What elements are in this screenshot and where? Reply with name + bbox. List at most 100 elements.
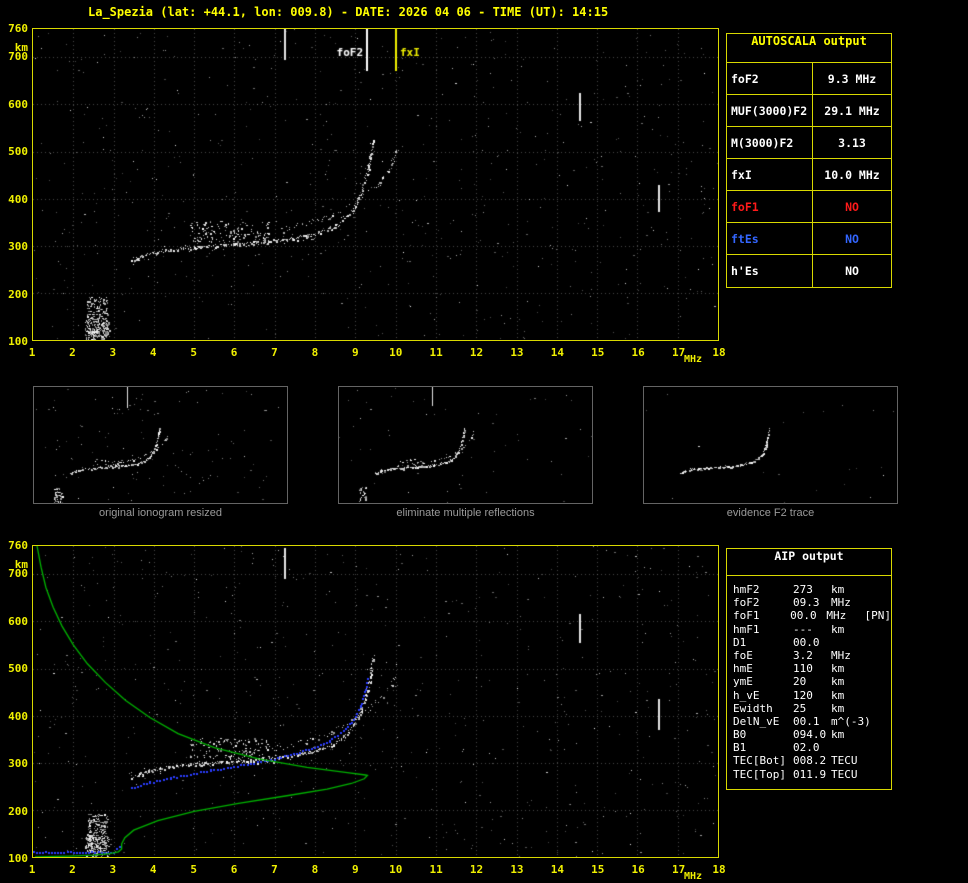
x-tick-label: 9 bbox=[345, 863, 365, 876]
y-axis-unit-label: km bbox=[0, 41, 28, 54]
aip-row-unit: km bbox=[831, 689, 871, 702]
station-title: La_Spezia (lat: +44.1, lon: 009.8) - DAT… bbox=[88, 5, 608, 19]
x-tick-label: 14 bbox=[547, 863, 567, 876]
x-axis-unit-label: MHz bbox=[684, 871, 702, 882]
aip-row-value: 00.0 bbox=[790, 609, 826, 622]
aip-row-value: 008.2 bbox=[793, 754, 831, 767]
autoscala-row-value: 29.1 MHz bbox=[813, 95, 891, 126]
aip-row-value: 25 bbox=[793, 702, 831, 715]
aip-row: foF100.0MHz[PN] bbox=[727, 609, 891, 622]
autoscala-row: foF1NO bbox=[727, 191, 891, 223]
autoscala-row-label: foF1 bbox=[727, 191, 813, 222]
aip-row-unit: TECU bbox=[831, 768, 871, 781]
x-tick-label: 11 bbox=[426, 863, 446, 876]
thumbnail-canvas-2 bbox=[339, 387, 592, 503]
autoscala-row: ftEsNO bbox=[727, 223, 891, 255]
aip-row-value: --- bbox=[793, 623, 831, 636]
profile-ionogram-canvas bbox=[33, 546, 718, 857]
aip-row-note bbox=[871, 583, 891, 596]
x-tick-label: 3 bbox=[103, 346, 123, 359]
autoscala-row-label: ftEs bbox=[727, 223, 813, 254]
x-tick-label: 5 bbox=[184, 863, 204, 876]
main-ionogram-canvas bbox=[33, 29, 718, 340]
x-tick-label: 6 bbox=[224, 863, 244, 876]
thumbnail-caption-2: eliminate multiple reflections bbox=[338, 507, 593, 519]
aip-row: hmF1---km bbox=[727, 623, 891, 636]
aip-row: foE3.2MHz bbox=[727, 649, 891, 662]
aip-row-label: foF2 bbox=[733, 596, 793, 609]
y-tick-label: 760 bbox=[0, 539, 28, 552]
autoscala-row-value: 10.0 MHz bbox=[813, 159, 891, 190]
x-tick-label: 12 bbox=[467, 863, 487, 876]
y-tick-label: 200 bbox=[0, 805, 28, 818]
aip-row: D100.0 bbox=[727, 636, 891, 649]
thumbnail-canvas-3 bbox=[644, 387, 897, 503]
x-tick-label: 9 bbox=[345, 346, 365, 359]
aip-row-unit: MHz bbox=[831, 596, 871, 609]
aip-row-note bbox=[871, 636, 891, 649]
autoscala-row: M(3000)F23.13 bbox=[727, 127, 891, 159]
y-tick-label: 600 bbox=[0, 615, 28, 628]
aip-row-label: B1 bbox=[733, 741, 793, 754]
x-tick-label: 3 bbox=[103, 863, 123, 876]
aip-row-label: DelN_vE bbox=[733, 715, 793, 728]
y-tick-label: 100 bbox=[0, 852, 28, 865]
thumbnail-canvas-1 bbox=[34, 387, 287, 503]
aip-row-note bbox=[871, 741, 891, 754]
y-tick-label: 760 bbox=[0, 22, 28, 35]
aip-row-label: TEC[Bot] bbox=[733, 754, 793, 767]
thumbnail-original-ionogram bbox=[33, 386, 288, 504]
autoscala-row-label: M(3000)F2 bbox=[727, 127, 813, 158]
aip-row-unit bbox=[831, 741, 871, 754]
aip-row-note bbox=[871, 715, 891, 728]
aip-row: Ewidth25km bbox=[727, 702, 891, 715]
aip-row-value: 00.0 bbox=[793, 636, 831, 649]
aip-output-panel: AIP output hmF2273kmfoF209.3MHzfoF100.0M… bbox=[726, 548, 892, 790]
y-axis-unit-label: km bbox=[0, 558, 28, 571]
x-tick-label: 15 bbox=[588, 346, 608, 359]
x-tick-label: 18 bbox=[709, 863, 729, 876]
aip-row-note bbox=[871, 596, 891, 609]
aip-row-note bbox=[871, 702, 891, 715]
y-tick-label: 600 bbox=[0, 98, 28, 111]
aip-row: B102.0 bbox=[727, 741, 891, 754]
x-tick-label: 2 bbox=[62, 863, 82, 876]
x-tick-label: 7 bbox=[264, 863, 284, 876]
aip-row: TEC[Top]011.9TECU bbox=[727, 768, 891, 781]
x-tick-label: 11 bbox=[426, 346, 446, 359]
aip-row-label: Ewidth bbox=[733, 702, 793, 715]
aip-row-unit: m^(-3) bbox=[831, 715, 871, 728]
aip-row-note bbox=[871, 623, 891, 636]
aip-row-unit: MHz bbox=[831, 649, 871, 662]
x-tick-label: 5 bbox=[184, 346, 204, 359]
aip-row: foF209.3MHz bbox=[727, 596, 891, 609]
thumbnail-caption-1: original ionogram resized bbox=[33, 507, 288, 519]
x-tick-label: 10 bbox=[386, 863, 406, 876]
aip-row: DelN_vE00.1m^(-3) bbox=[727, 715, 891, 728]
aip-row-note bbox=[871, 649, 891, 662]
aip-row-note bbox=[871, 689, 891, 702]
aip-rows: hmF2273kmfoF209.3MHzfoF100.0MHz[PN]hmF1-… bbox=[727, 583, 891, 781]
aip-row-label: hmE bbox=[733, 662, 793, 675]
aip-row-value: 110 bbox=[793, 662, 831, 675]
thumbnail-eliminate-reflections bbox=[338, 386, 593, 504]
x-axis-unit-label: MHz bbox=[684, 354, 702, 365]
aip-row-label: hmF1 bbox=[733, 623, 793, 636]
aip-row-value: 00.1 bbox=[793, 715, 831, 728]
y-tick-label: 400 bbox=[0, 193, 28, 206]
autoscala-row-value: NO bbox=[813, 255, 891, 287]
autoscala-row: h'EsNO bbox=[727, 255, 891, 287]
aip-row: B0094.0km bbox=[727, 728, 891, 741]
x-tick-label: 15 bbox=[588, 863, 608, 876]
x-tick-label: 16 bbox=[628, 863, 648, 876]
aip-row: hmF2273km bbox=[727, 583, 891, 596]
y-tick-label: 300 bbox=[0, 240, 28, 253]
aip-row-note bbox=[871, 754, 891, 767]
aip-row-unit: km bbox=[831, 702, 871, 715]
thumbnail-caption-3: evidence F2 trace bbox=[643, 507, 898, 519]
aip-row-label: hmF2 bbox=[733, 583, 793, 596]
profile-ionogram-panel bbox=[32, 545, 719, 858]
aip-row: ymE20km bbox=[727, 675, 891, 688]
autoscala-row: fxI10.0 MHz bbox=[727, 159, 891, 191]
x-tick-label: 8 bbox=[305, 863, 325, 876]
